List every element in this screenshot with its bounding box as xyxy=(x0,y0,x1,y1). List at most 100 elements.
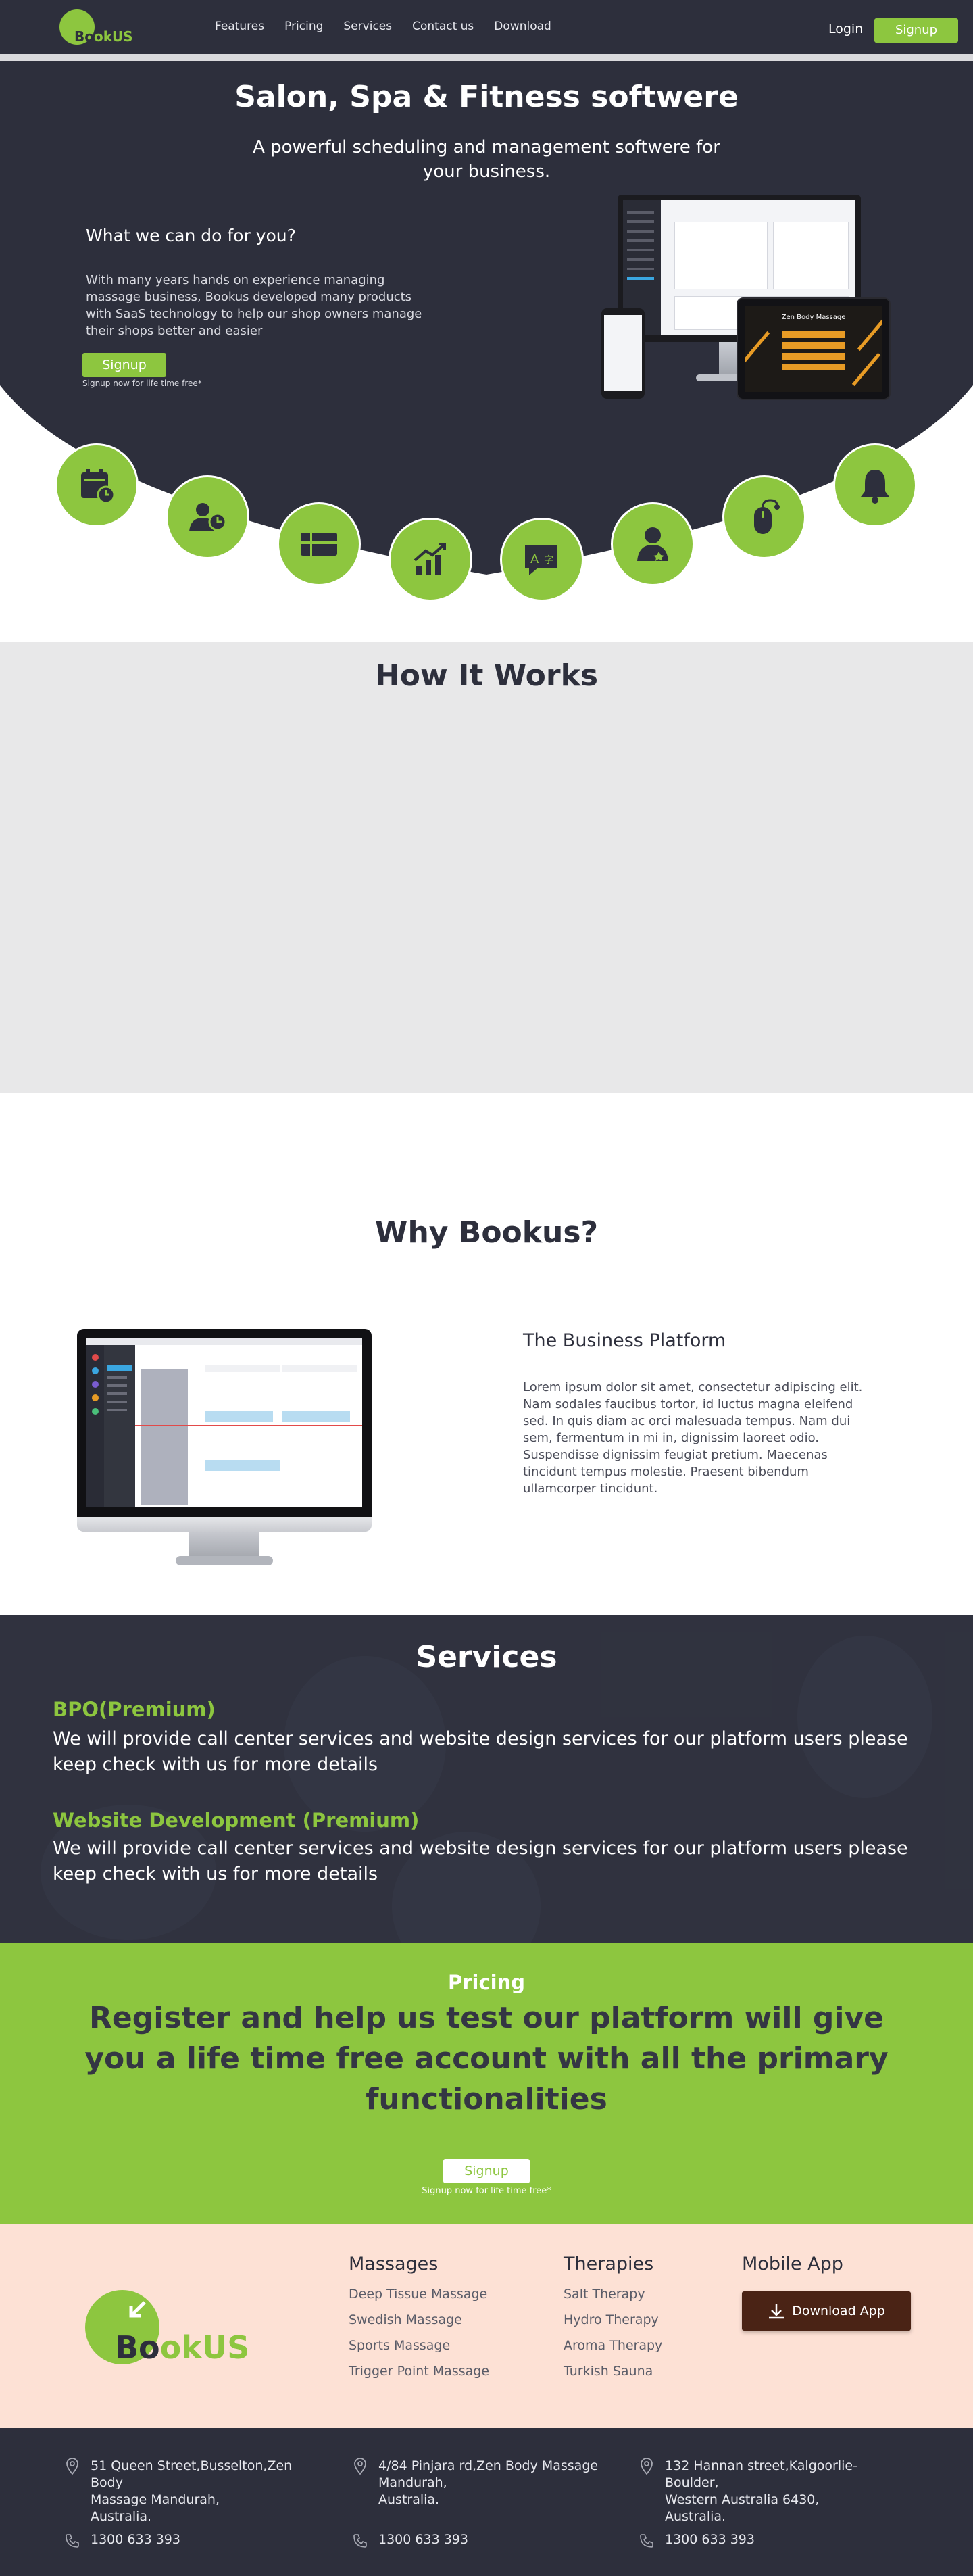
nav-link-features[interactable]: Features xyxy=(215,20,264,33)
address-lines: 51 Queen Street,Busselton,Zen Body Massa… xyxy=(91,2458,320,2525)
imac-stand-base xyxy=(176,1556,273,1565)
imac-mockup xyxy=(77,1329,372,1568)
massages-heading: Massages xyxy=(349,2254,439,2275)
download-app-label: Download App xyxy=(792,2304,885,2318)
address-line: 4/84 Pinjara rd,Zen Body Massage xyxy=(378,2458,599,2473)
user-star-icon[interactable] xyxy=(611,502,695,586)
footer-contact-section: 51 Queen Street,Busselton,Zen Body Massa… xyxy=(0,2428,973,2576)
sidebar-line-active xyxy=(627,277,654,280)
nav-link-download[interactable]: Download xyxy=(494,20,551,33)
footer-logo-text-okus: okUS xyxy=(159,2329,250,2366)
signup-button[interactable]: Signup xyxy=(874,18,958,43)
growth-chart-icon[interactable] xyxy=(389,518,472,602)
pricing-message: Register and help us test our platform w… xyxy=(84,2001,889,2116)
location-pin-icon xyxy=(354,2458,366,2475)
tablet-bar xyxy=(782,353,845,360)
phone-screen xyxy=(604,315,642,391)
logo-text: BookUS xyxy=(74,28,133,45)
address-line: 51 Queen Street,Busselton,Zen Body xyxy=(91,2458,293,2490)
mouse-icon[interactable] xyxy=(722,475,806,559)
nav-divider xyxy=(0,54,973,61)
therapies-column: Therapies Salt Therapy Hydro Therapy Aro… xyxy=(564,2254,662,2389)
address-line: Western Australia 6430, xyxy=(665,2492,820,2507)
tablet-bar xyxy=(782,342,845,349)
address-line: 132 Hannan street,Kalgoorlie- Boulder, xyxy=(665,2458,857,2490)
screen-card xyxy=(674,222,768,289)
footer-logo-text-bo: Bo xyxy=(115,2329,160,2366)
imac-stand xyxy=(189,1532,259,1559)
why-heading: The Business Platform xyxy=(523,1330,726,1351)
hero-question: What we can do for you? xyxy=(86,226,296,245)
therapies-heading: Therapies xyxy=(564,2254,654,2275)
tablet-stripe xyxy=(857,317,882,351)
hero-signup-button[interactable]: Signup xyxy=(82,353,166,377)
sidebar-line xyxy=(627,258,654,261)
sidebar-line xyxy=(627,249,654,251)
massages-column: Massages Deep Tissue Massage Swedish Mas… xyxy=(349,2254,489,2389)
massage-link[interactable]: Swedish Massage xyxy=(349,2312,489,2327)
phone-number[interactable]: 1300 633 393 xyxy=(91,2532,180,2547)
footer-bookus-logo[interactable]: BookUS xyxy=(85,2290,261,2366)
hero-description: With many years hands on experience mana… xyxy=(86,273,422,338)
svg-text:A: A xyxy=(530,552,539,566)
service-title-web: Website Development (Premium) xyxy=(53,1809,420,1832)
phone-number[interactable]: 1300 633 393 xyxy=(665,2532,755,2547)
nav-link-contact[interactable]: Contact us xyxy=(412,20,474,33)
tablet-screen: Zen Body Massage xyxy=(745,306,882,392)
service-title-bpo: BPO(Premium) xyxy=(53,1698,216,1721)
logo-text-bo: Bo xyxy=(74,28,94,45)
phone-number[interactable]: 1300 633 393 xyxy=(378,2532,468,2547)
translate-icon[interactable]: A字 xyxy=(500,518,584,602)
tablet-bar xyxy=(782,331,845,338)
device-mockups: Zen Body Massage xyxy=(601,195,892,411)
bell-icon[interactable] xyxy=(833,443,917,527)
massage-link[interactable]: Deep Tissue Massage xyxy=(349,2287,489,2302)
therapy-link[interactable]: Salt Therapy xyxy=(564,2287,662,2302)
footer-links-section: BookUS Massages Deep Tissue Massage Swed… xyxy=(0,2224,973,2428)
address-line: Australia. xyxy=(665,2509,726,2524)
bookus-logo[interactable]: BookUS xyxy=(59,9,134,46)
hero-subtitle: A powerful scheduling and management sof… xyxy=(253,137,720,182)
address-lines: 4/84 Pinjara rd,Zen Body Massage Mandura… xyxy=(378,2458,608,2508)
pricing-signup-button[interactable]: Signup xyxy=(443,2159,530,2183)
therapy-link[interactable]: Aroma Therapy xyxy=(564,2338,662,2353)
screen-card xyxy=(773,222,849,289)
footer-logo-text: BookUS xyxy=(115,2329,249,2366)
address-line: Massage Mandurah, xyxy=(91,2492,220,2507)
address-line: Australia. xyxy=(91,2509,152,2524)
why-text: Lorem ipsum dolor sit amet, consectetur … xyxy=(523,1380,863,1496)
pricing-label: Pricing xyxy=(447,1971,526,1994)
calendar-clock-icon[interactable] xyxy=(55,443,139,527)
ticket-icon[interactable] xyxy=(277,502,361,586)
download-icon xyxy=(769,2304,784,2319)
user-clock-icon[interactable] xyxy=(166,475,249,559)
phone-icon xyxy=(353,2534,367,2548)
top-navbar: BookUS Features Pricing Services Contact… xyxy=(0,0,973,54)
tablet-mockup: Zen Body Massage xyxy=(737,297,891,400)
login-link[interactable]: Login xyxy=(828,22,863,37)
location-pin-icon xyxy=(641,2458,653,2475)
tablet-stripe xyxy=(851,352,881,387)
logo-text-okus: okUS xyxy=(93,28,133,45)
sidebar-line xyxy=(627,230,654,233)
nav-link-pricing[interactable]: Pricing xyxy=(284,20,323,33)
svg-text:字: 字 xyxy=(544,555,553,566)
service-text-web: We will provide call center services and… xyxy=(53,1838,908,1885)
download-app-button[interactable]: Download App xyxy=(742,2291,911,2331)
sidebar-line xyxy=(627,268,654,270)
therapy-link[interactable]: Turkish Sauna xyxy=(564,2364,662,2379)
sidebar-line xyxy=(627,211,654,214)
massage-link[interactable]: Trigger Point Massage xyxy=(349,2364,489,2379)
service-text-bpo: We will provide call center services and… xyxy=(53,1728,908,1775)
massage-link[interactable]: Sports Massage xyxy=(349,2338,489,2353)
nav-link-services[interactable]: Services xyxy=(343,20,392,33)
services-title: Services xyxy=(416,1640,557,1674)
therapy-link[interactable]: Hydro Therapy xyxy=(564,2312,662,2327)
address-line: Mandurah, xyxy=(378,2475,447,2490)
phone-mockup xyxy=(601,308,645,399)
hero-signup-note: Signup now for life time free* xyxy=(82,379,202,388)
mobile-app-heading: Mobile App xyxy=(742,2254,843,2275)
phone-icon xyxy=(66,2534,79,2548)
why-title: Why Bookus? xyxy=(374,1215,599,1250)
sidebar-line xyxy=(627,239,654,242)
